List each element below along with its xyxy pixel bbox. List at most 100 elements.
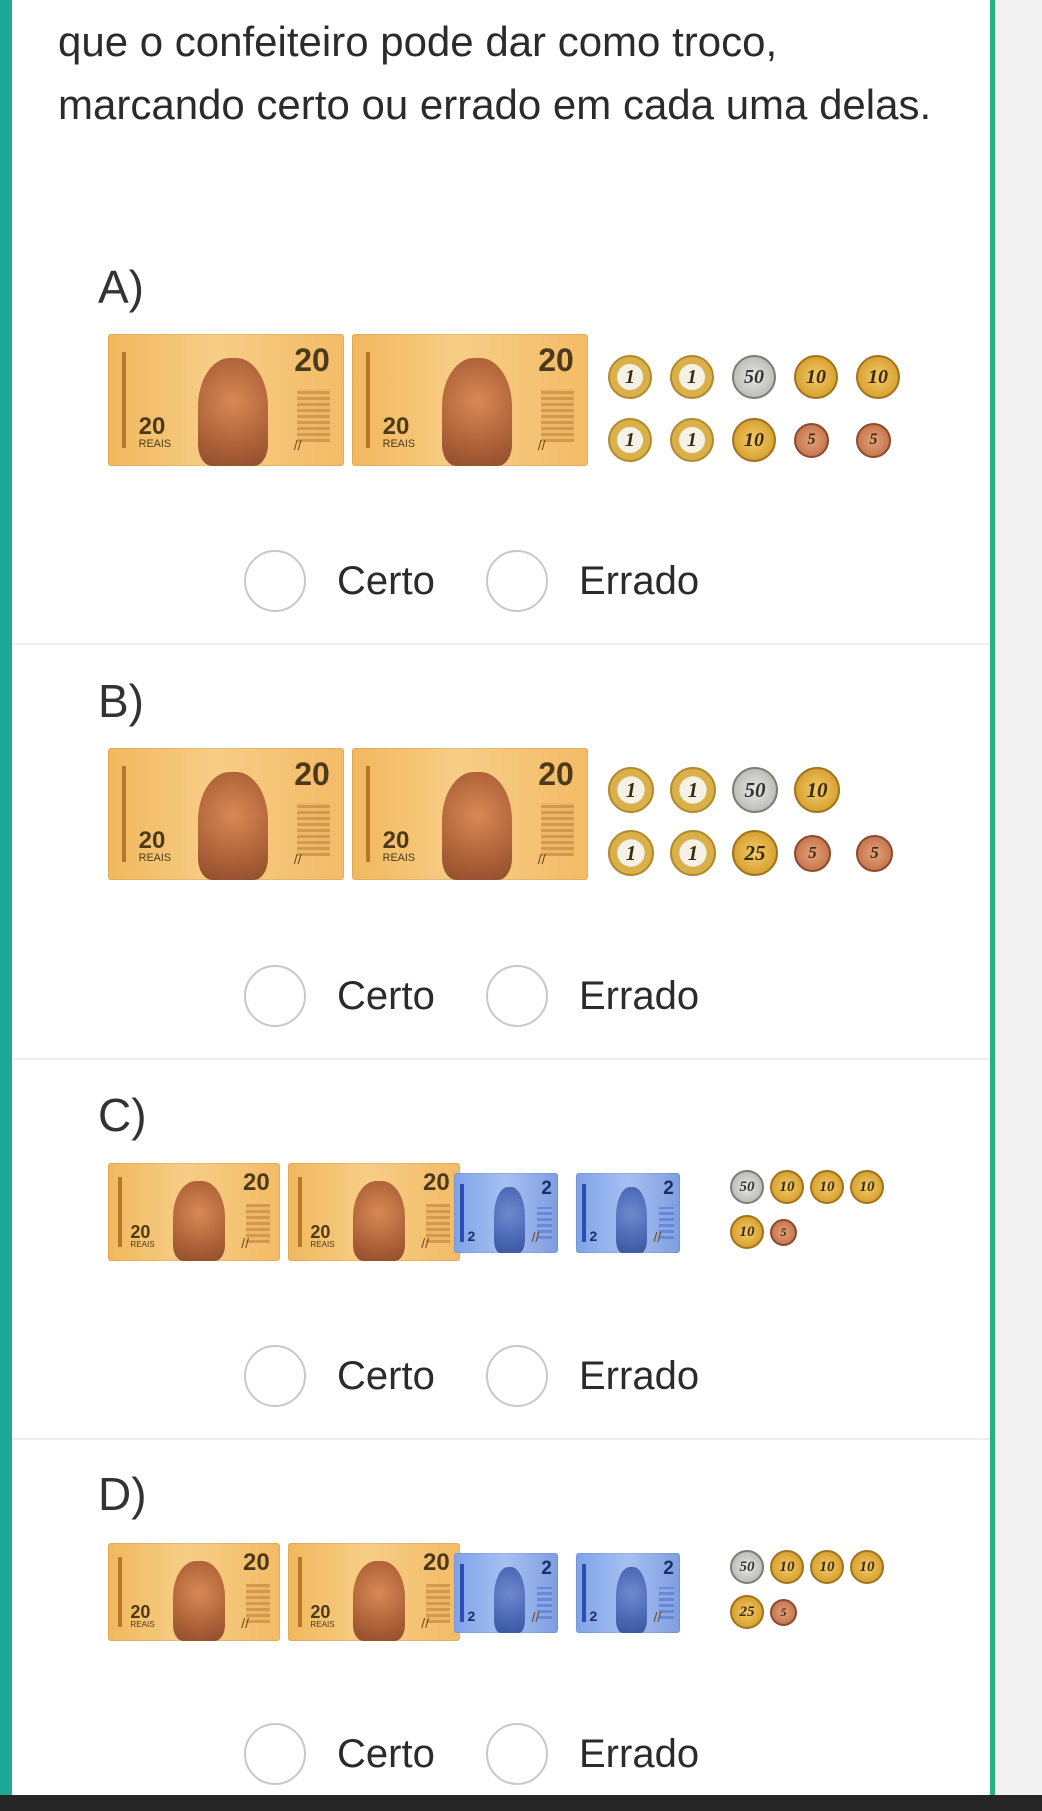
coin: 1 — [608, 355, 652, 399]
banknote-small-value: 20 REAIS — [138, 413, 172, 451]
certo-radio[interactable] — [244, 1345, 306, 1407]
coin: 10 — [850, 1170, 884, 1204]
banknote-stripe — [460, 1184, 465, 1242]
certo-label[interactable]: Certo — [337, 965, 435, 1027]
banknote-portrait — [441, 357, 513, 466]
coin: 1 — [608, 418, 652, 462]
banknote-small-value: 20 REAIS — [310, 1602, 335, 1630]
banknote-portrait — [197, 771, 269, 880]
answer-choices: Certo Errado — [12, 965, 990, 1035]
twenty-reais-banknote: 20 20 REAIS // — [108, 1543, 280, 1641]
twenty-reais-banknote: 20 20 REAIS // — [288, 1163, 460, 1261]
banknote-stripe — [460, 1564, 465, 1622]
coin: 1 — [670, 418, 714, 462]
banknote-portrait — [197, 357, 269, 466]
coin: 5 — [856, 834, 893, 872]
twenty-reais-banknote: 20 20 REAIS // — [352, 334, 588, 466]
certo-label[interactable]: Certo — [337, 1723, 435, 1785]
right-gutter — [995, 0, 1042, 1795]
coin: 1 — [670, 355, 714, 399]
banknote-stripe — [298, 1176, 303, 1248]
coin: 1 — [608, 830, 654, 876]
banknote-mark: // — [537, 850, 546, 867]
banknote-pattern — [659, 1586, 674, 1619]
banknote-mark: // — [293, 850, 302, 867]
banknote-small-value: 20 REAIS — [382, 827, 416, 865]
banknote-pattern — [296, 389, 330, 443]
banknote-pattern — [245, 1584, 270, 1624]
certo-radio[interactable] — [244, 965, 306, 1027]
banknote-value: 20 — [294, 755, 330, 792]
banknote-small-value: 2 — [467, 1608, 476, 1625]
banknote-pattern — [537, 1586, 552, 1619]
certo-label[interactable]: Certo — [337, 1345, 435, 1407]
banknote-value: 20 — [294, 341, 330, 378]
option-label: D) — [98, 1468, 147, 1520]
coin: 10 — [732, 418, 776, 462]
two-reais-banknote: 2 2 // — [454, 1173, 558, 1253]
errado-radio[interactable] — [486, 1345, 548, 1407]
banknote-portrait — [441, 771, 513, 880]
coin: 5 — [856, 422, 891, 458]
banknote-pattern — [425, 1584, 450, 1624]
coin: 5 — [794, 834, 831, 872]
banknote-mark: // — [531, 1229, 540, 1245]
coin: 50 — [732, 355, 776, 399]
twenty-reais-banknote: 20 20 REAIS // — [108, 748, 344, 880]
banknote-pattern — [537, 1206, 552, 1239]
coin: 10 — [810, 1550, 844, 1584]
banknote-mark: // — [241, 1235, 250, 1252]
errado-label[interactable]: Errado — [579, 1345, 699, 1407]
banknote-value: 2 — [663, 1557, 674, 1579]
banknote-small-value: 20 REAIS — [130, 1222, 155, 1250]
section-divider — [12, 643, 990, 645]
banknote-value: 20 — [422, 1548, 450, 1576]
coin: 50 — [730, 1170, 764, 1204]
banknote-value: 20 — [422, 1168, 450, 1196]
banknote-small-value: 20 REAIS — [382, 413, 416, 451]
option-label: A) — [98, 261, 144, 313]
banknote-mark: // — [421, 1235, 430, 1252]
banknote-portrait — [615, 1567, 647, 1633]
section-divider — [12, 1438, 990, 1440]
banknote-mark: // — [531, 1609, 540, 1625]
banknote-stripe — [582, 1564, 587, 1622]
coin: 10 — [856, 355, 900, 399]
two-reais-banknote: 2 2 // — [576, 1553, 680, 1633]
banknote-mark: // — [653, 1609, 662, 1625]
coin: 25 — [730, 1595, 764, 1629]
errado-label[interactable]: Errado — [579, 965, 699, 1027]
coin: 10 — [810, 1170, 844, 1204]
errado-radio[interactable] — [486, 965, 548, 1027]
banknote-value: 2 — [541, 1557, 552, 1579]
errado-label[interactable]: Errado — [579, 550, 699, 612]
coin: 10 — [770, 1550, 804, 1584]
banknote-pattern — [425, 1204, 450, 1244]
banknote-value: 20 — [538, 341, 574, 378]
banknote-portrait — [493, 1187, 525, 1253]
coin: 1 — [670, 767, 716, 813]
coin: 5 — [770, 1218, 797, 1246]
banknote-mark: // — [537, 436, 546, 453]
errado-radio[interactable] — [486, 1723, 548, 1785]
certo-radio[interactable] — [244, 550, 306, 612]
coin: 10 — [730, 1215, 764, 1249]
two-reais-banknote: 2 2 // — [576, 1173, 680, 1253]
certo-label[interactable]: Certo — [337, 550, 435, 612]
banknote-pattern — [659, 1206, 674, 1239]
certo-radio[interactable] — [244, 1723, 306, 1785]
two-reais-banknote: 2 2 // — [454, 1553, 558, 1633]
banknote-stripe — [366, 352, 371, 448]
banknote-mark: // — [241, 1615, 250, 1632]
coin: 50 — [732, 767, 778, 813]
errado-label[interactable]: Errado — [579, 1723, 699, 1785]
twenty-reais-banknote: 20 20 REAIS // — [108, 1163, 280, 1261]
banknote-pattern — [540, 803, 574, 857]
banknote-small-value: 2 — [589, 1228, 598, 1245]
banknote-mark: // — [653, 1229, 662, 1245]
banknote-value: 2 — [541, 1177, 552, 1199]
banknote-portrait — [173, 1560, 225, 1641]
errado-radio[interactable] — [486, 550, 548, 612]
banknote-portrait — [173, 1180, 225, 1261]
coin: 10 — [794, 767, 840, 813]
